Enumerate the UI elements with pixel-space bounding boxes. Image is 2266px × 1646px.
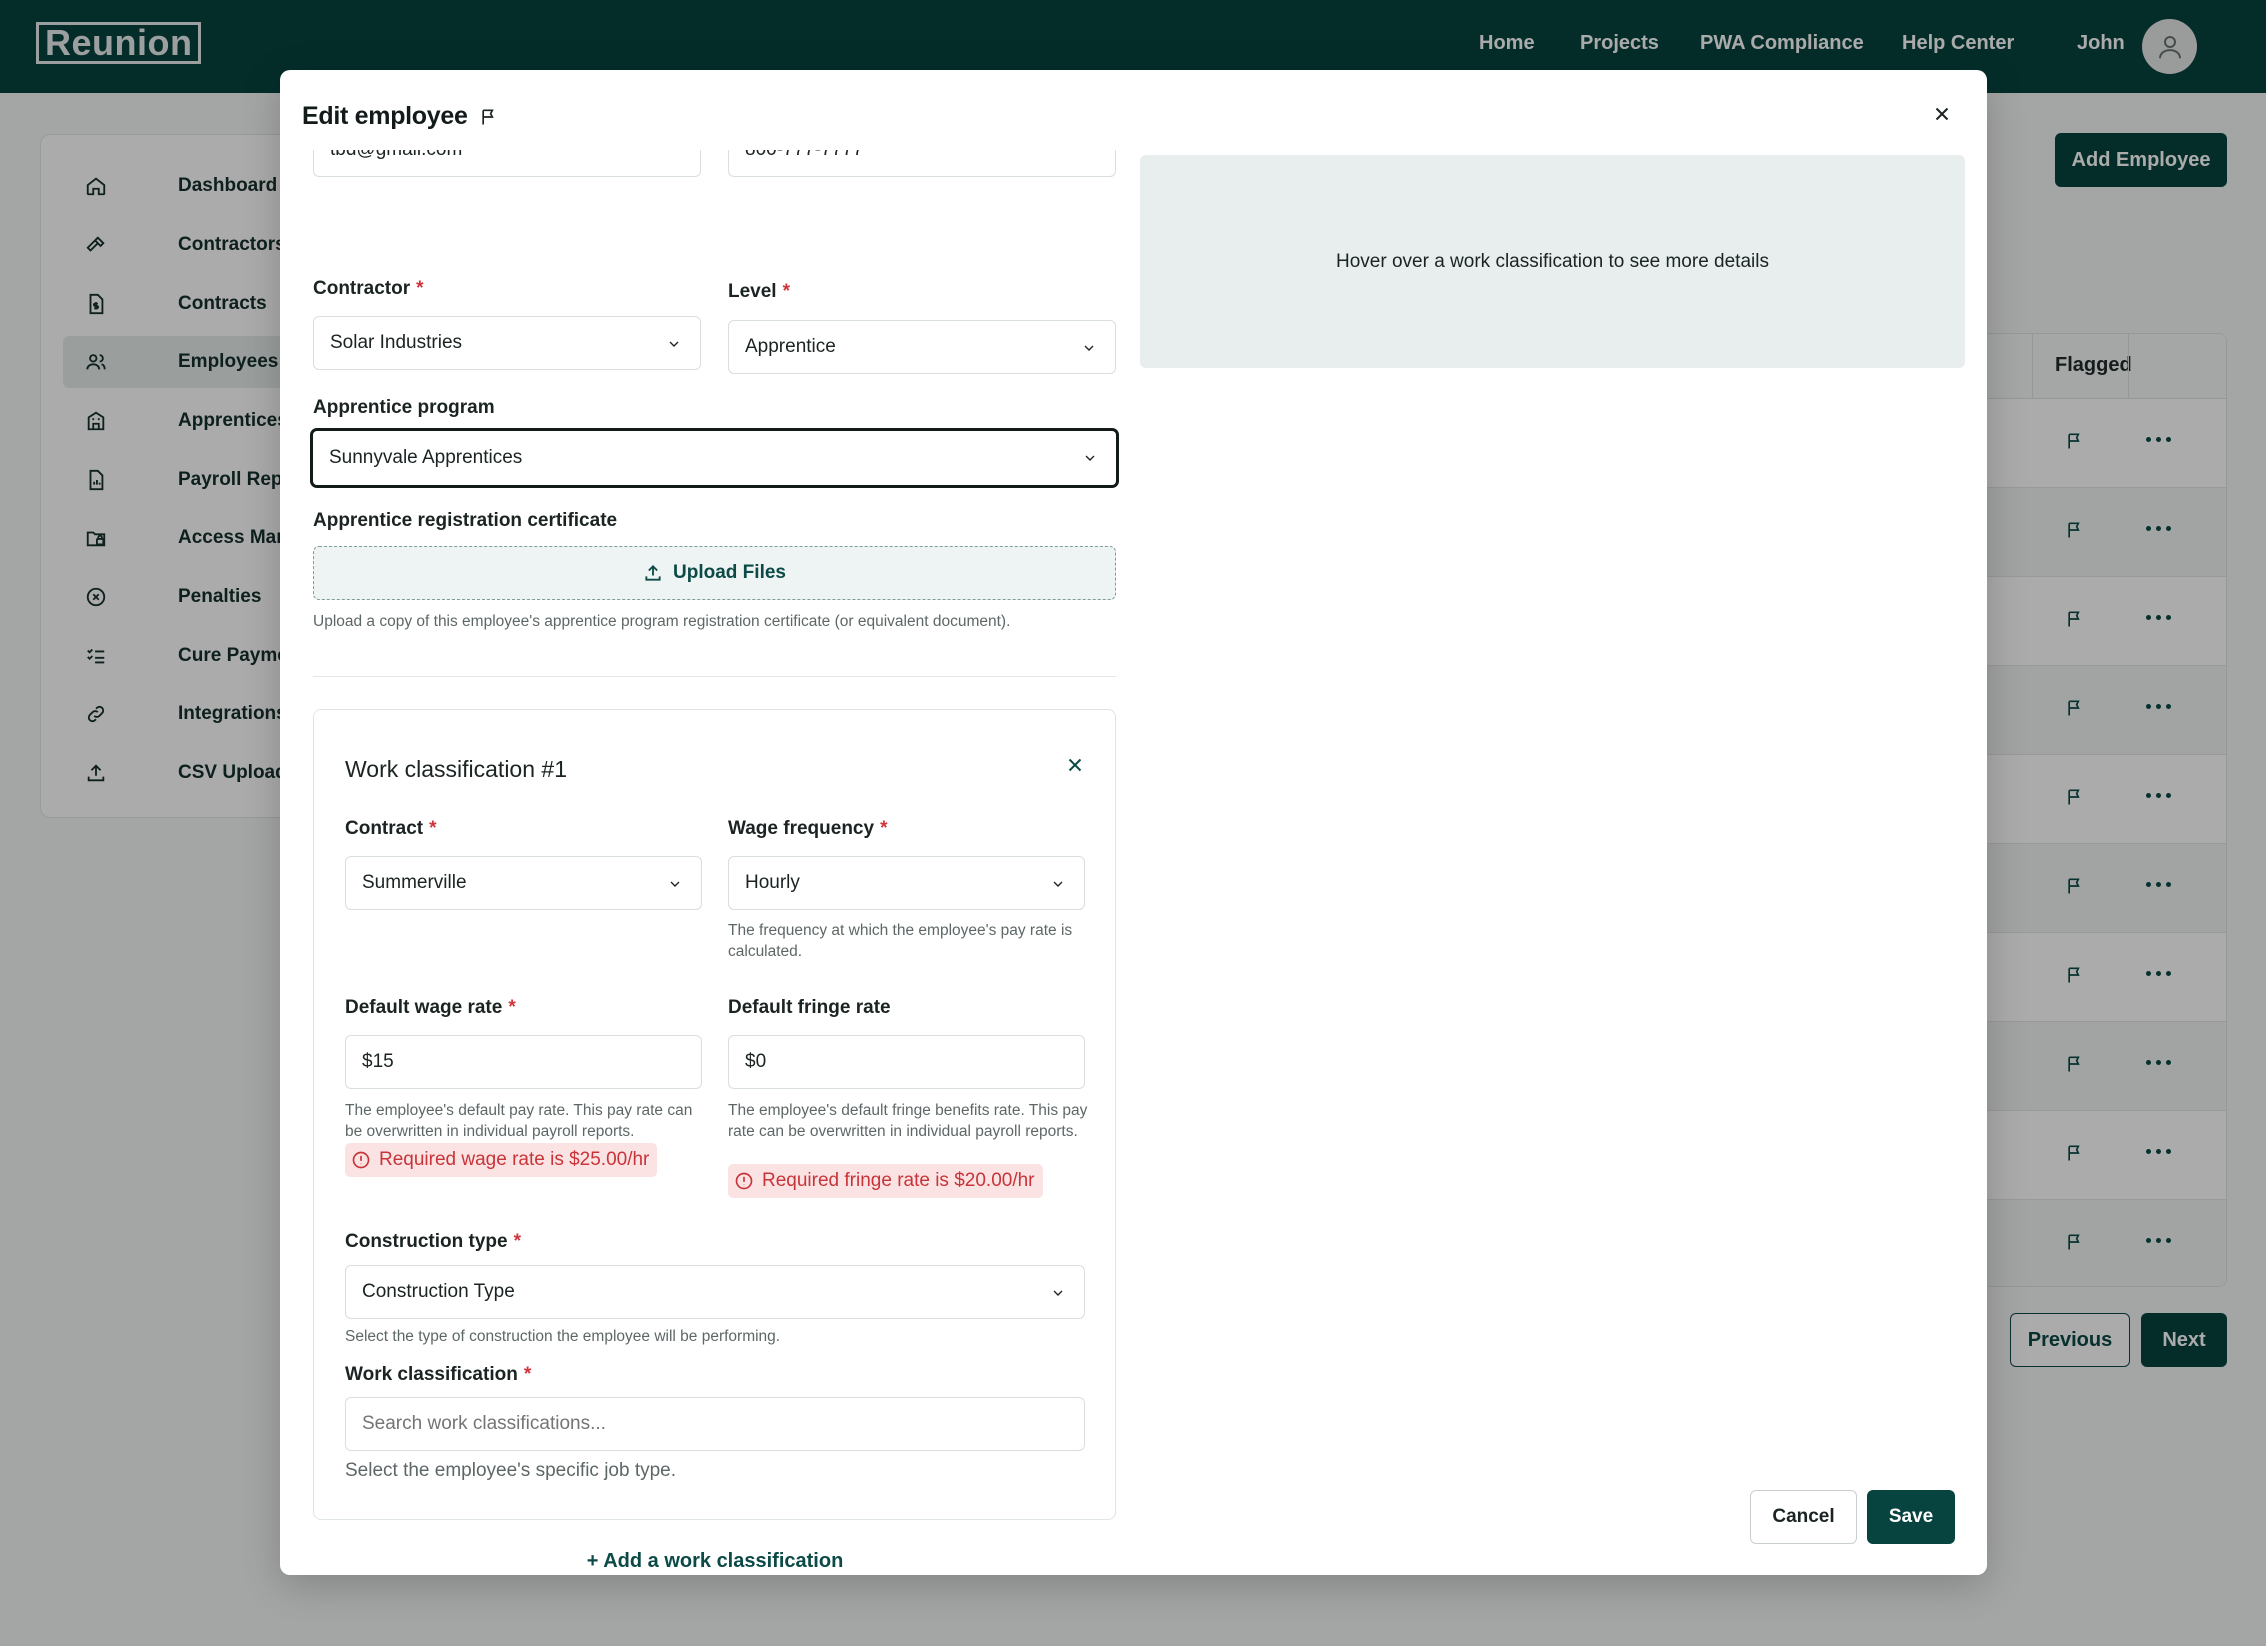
upload-files-button[interactable]: Upload Files (313, 546, 1116, 600)
construction-type-value: Construction Type (362, 1281, 515, 1302)
chevron-down-icon (1085, 455, 1095, 461)
upload-icon (643, 563, 663, 583)
work-classification-help: Select the employee's specific job type. (345, 1460, 677, 1481)
modal-title: Edit employee (302, 102, 468, 130)
contract-select[interactable]: Summerville (345, 856, 702, 910)
certificate-help: Upload a copy of this employee's apprent… (313, 613, 1011, 630)
default-wage-rate-input[interactable]: $15 (345, 1035, 702, 1089)
flag-icon[interactable] (479, 106, 499, 128)
email-field[interactable]: tbd@gmail.com (313, 150, 701, 177)
edit-employee-modal: Edit employee tbd@gmail.com 800-777-7777… (280, 70, 1987, 1575)
contractor-value: Solar Industries (330, 332, 463, 353)
alert-circle-icon (734, 1171, 754, 1191)
cancel-button[interactable]: Cancel (1750, 1490, 1857, 1544)
save-button[interactable]: Save (1867, 1490, 1955, 1544)
contract-value: Summerville (362, 872, 467, 893)
apprentice-program-value: Sunnyvale Apprentices (329, 447, 523, 468)
contractor-label: Contractor * (313, 278, 424, 299)
chevron-down-icon (669, 341, 679, 347)
divider (313, 676, 1116, 677)
certificate-label: Apprentice registration certificate (313, 510, 618, 531)
construction-type-label: Construction type * (345, 1231, 521, 1252)
phone-field[interactable]: 800-777-7777 (728, 150, 1116, 177)
default-wage-rate-help: The employee's default pay rate. This pa… (345, 1102, 693, 1140)
chevron-down-icon (1053, 881, 1063, 887)
wage-rate-error: Required wage rate is $25.00/hr (345, 1143, 658, 1177)
default-fringe-rate-value: $0 (745, 1051, 767, 1072)
work-classification-title: Work classification #1 (345, 756, 567, 782)
add-work-classification-button[interactable]: + Add a work classification (280, 1550, 1130, 1573)
apprentice-program-select[interactable]: Sunnyvale Apprentices (310, 428, 1119, 488)
modal-form: tbd@gmail.com 800-777-7777 Contractor* S… (280, 150, 1130, 1575)
construction-type-select[interactable]: Construction Type (345, 1265, 1085, 1319)
wage-frequency-label: Wage frequency * (728, 818, 888, 839)
close-icon[interactable] (1064, 754, 1086, 776)
apprentice-program-label: Apprentice program (313, 397, 495, 418)
classification-details-panel: Hover over a work classification to see … (1140, 155, 1965, 368)
alert-circle-icon (351, 1150, 371, 1170)
construction-type-help: Select the type of construction the empl… (345, 1328, 781, 1345)
close-icon[interactable] (1931, 103, 1953, 125)
fringe-rate-error: Required fringe rate is $20.00/hr (728, 1164, 1043, 1198)
default-fringe-rate-input[interactable]: $0 (728, 1035, 1085, 1089)
wage-frequency-select[interactable]: Hourly (728, 856, 1085, 910)
level-select[interactable]: Apprentice (728, 320, 1116, 374)
contract-label: Contract * (345, 818, 437, 839)
hover-hint-text: Hover over a work classification to see … (1336, 250, 1769, 272)
work-classification-card: Work classification #1 Contract * Summerv… (313, 709, 1116, 1520)
phone-value: 800-777-7777 (745, 150, 863, 161)
default-wage-rate-label: Default wage rate * (345, 997, 516, 1018)
default-fringe-rate-label: Default fringe rate (728, 997, 891, 1018)
email-value: tbd@gmail.com (330, 150, 462, 161)
default-fringe-rate-help: The employee's default fringe benefits r… (728, 1102, 1088, 1140)
work-classification-search[interactable] (345, 1397, 1085, 1451)
default-wage-rate-value: $15 (362, 1051, 394, 1072)
level-value: Apprentice (745, 336, 836, 357)
level-label: Level * (728, 281, 790, 302)
wage-frequency-help: The frequency at which the employee's pa… (728, 922, 1073, 960)
work-classification-input[interactable] (346, 1398, 1084, 1450)
wage-frequency-value: Hourly (745, 872, 800, 893)
chevron-down-icon (1053, 1290, 1063, 1296)
chevron-down-icon (1084, 345, 1094, 351)
contractor-select[interactable]: Solar Industries (313, 316, 701, 370)
upload-files-label: Upload Files (673, 562, 786, 583)
chevron-down-icon (670, 881, 680, 887)
work-classification-label: Work classification * (345, 1364, 532, 1385)
